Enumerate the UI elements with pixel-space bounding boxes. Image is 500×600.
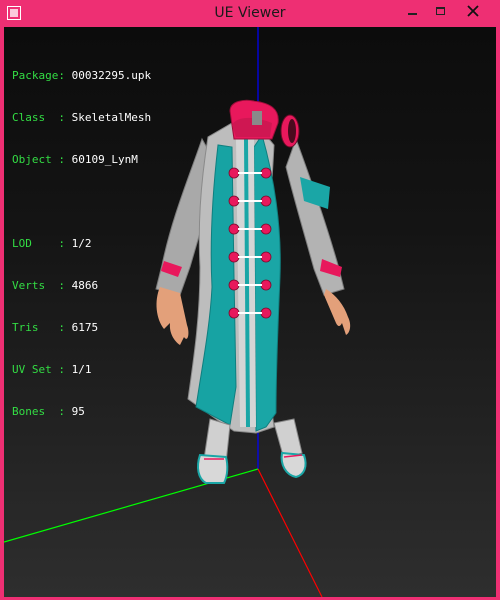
app-window: UE Viewer Package: 00032295.upk Class: … bbox=[0, 0, 500, 600]
info-class: Class : SkeletalMesh bbox=[12, 111, 152, 124]
info-lod: LOD : 1/2 bbox=[12, 237, 92, 250]
maximize-icon bbox=[435, 7, 445, 15]
info-tris: Tris : 6175 bbox=[12, 321, 99, 334]
3d-viewport[interactable]: Package: 00032295.upk Class : SkeletalMe… bbox=[4, 27, 496, 597]
minimize-icon bbox=[407, 13, 417, 15]
axis-x bbox=[257, 468, 323, 597]
close-button[interactable] bbox=[450, 0, 496, 22]
minimize-button[interactable] bbox=[398, 0, 426, 22]
close-icon bbox=[467, 5, 479, 17]
info-uvset: UV Set : 1/1 bbox=[12, 363, 92, 376]
mesh-info-overlay: Package: 00032295.upk Class : SkeletalMe… bbox=[12, 41, 151, 447]
info-package: Package: 00032295.upk bbox=[12, 69, 152, 82]
info-object: Object : 60109_LynM bbox=[12, 153, 138, 166]
character-model bbox=[155, 99, 351, 484]
title-bar[interactable]: UE Viewer bbox=[0, 0, 500, 28]
info-verts: Verts : 4866 bbox=[12, 279, 99, 292]
info-bones: Bones : 95 bbox=[12, 405, 85, 418]
